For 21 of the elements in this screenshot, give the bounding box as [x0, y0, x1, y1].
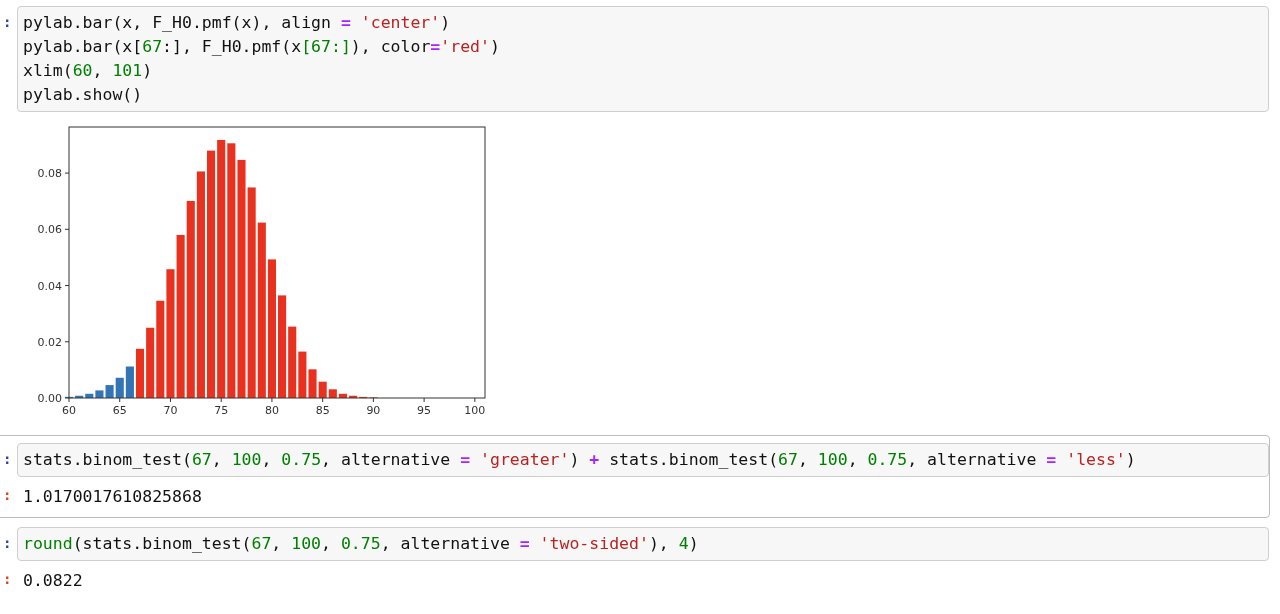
x-tick-label: 80 [264, 404, 279, 417]
x-tick-label: 85 [315, 404, 330, 417]
x-tick-label: 95 [417, 404, 432, 417]
x-tick-label: 90 [366, 404, 381, 417]
output-prompt: : [2, 569, 13, 589]
x-tick-label: 75 [214, 404, 229, 417]
x-tick-label: 65 [112, 404, 127, 417]
output-prompt: : [2, 486, 13, 505]
input-prompt: : [2, 533, 13, 553]
x-tick-label: 60 [62, 404, 76, 417]
input-prompt: : [2, 450, 13, 469]
y-tick-label: 0.02 [37, 335, 62, 349]
y-tick-label: 0.06 [37, 223, 62, 237]
input-prompt: : [2, 13, 13, 32]
x-tick-label: 100 [464, 404, 486, 417]
y-tick-label: 0.08 [37, 167, 62, 181]
output-text: 0.0822 [22, 569, 83, 592]
y-tick-label: 0.00 [37, 392, 62, 405]
x-tick-label: 70 [163, 404, 178, 417]
y-tick-label: 0.04 [37, 279, 62, 293]
output-text: 1.0170017610825868 [22, 486, 202, 508]
